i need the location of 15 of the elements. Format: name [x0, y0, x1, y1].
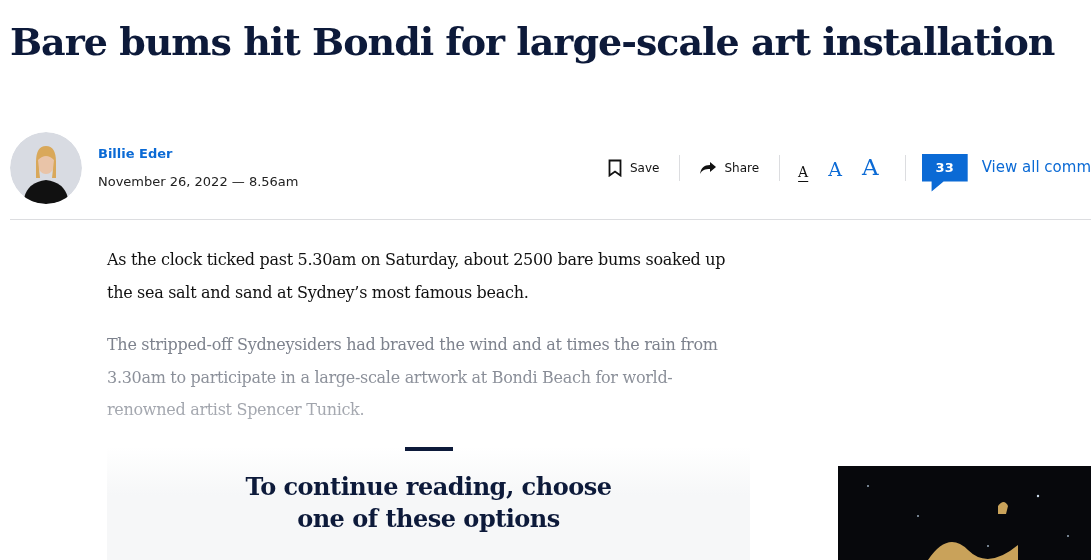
bookmark-icon: [608, 158, 622, 177]
share-icon: [700, 161, 717, 174]
comments-link[interactable]: View all comm: [981, 156, 1091, 179]
paywall-title: To continue reading, choose one of these options: [244, 470, 613, 535]
publish-date: November 26, 2022 — 8.56am: [98, 172, 299, 191]
font-size-button[interactable]: A: [851, 156, 889, 179]
font-size-button[interactable]: A: [788, 165, 819, 179]
font-size-button[interactable]: A: [818, 160, 852, 179]
comment-count-button[interactable]: 33: [921, 153, 968, 192]
save-button[interactable]: Save: [588, 158, 680, 177]
article-paragraph: As the clock ticked past 5.30am on Saturday, about 2500 bare bums soaked up the sea salt and sand at Sydney’s most famous beach.: [107, 249, 727, 304]
headline: Bare bums hit Bondi for large-scale art installation: [10, 18, 1056, 66]
share-button[interactable]: Share: [680, 158, 780, 177]
author-link[interactable]: Billie Eder: [98, 144, 299, 164]
article-paragraph: The stripped-off Sydneysiders had braved the wind and at times the rain from 3.30am to participate in a large-scale artwork at Bondi Beach for world-renowned artist Spencer Tunick.: [107, 334, 719, 421]
